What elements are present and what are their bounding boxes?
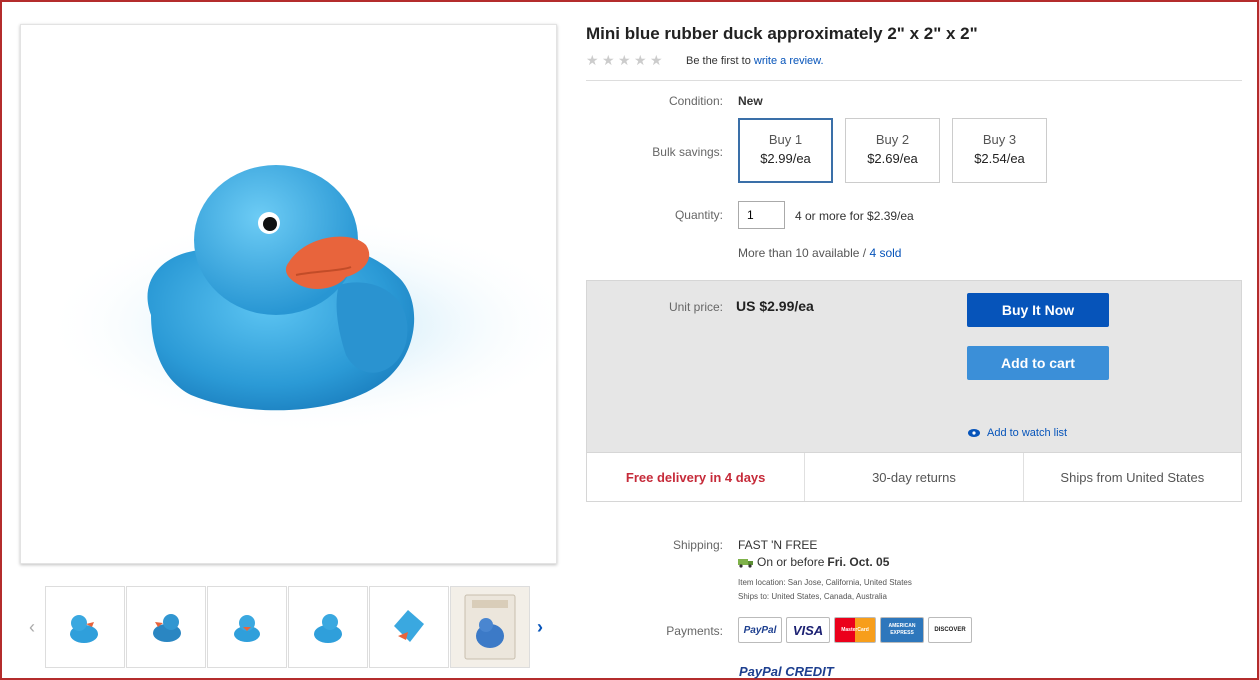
duck-thumbnail-icon [153, 614, 181, 642]
eta-date: Fri. Oct. 05 [827, 555, 890, 569]
thumbnail-6[interactable] [450, 586, 530, 668]
perk-free-delivery: Free delivery in 4 days [587, 453, 806, 501]
duck-thumbnail-icon [314, 614, 342, 643]
availability: More than 10 available / 4 sold [738, 246, 901, 260]
sold-link[interactable]: 4 sold [869, 246, 901, 260]
watch-list-label: Add to watch list [987, 427, 1068, 439]
rubber-duck-image [41, 165, 581, 435]
amex-logo: AMERICAN EXPRESS [880, 617, 924, 643]
perk-ships-from: Ships from United States [1060, 469, 1205, 485]
shipping-label: Shipping: [672, 538, 723, 552]
bulk-option-price: $2.54/ea [974, 151, 1025, 166]
shipping-service: FAST 'N FREE [738, 538, 818, 552]
availability-text: More than 10 available / [738, 246, 867, 260]
perk-returns: 30-day returns [805, 453, 1024, 501]
review-prompt: Be the first to write a review. [686, 55, 824, 67]
add-to-cart-button[interactable]: Add to cart [967, 346, 1109, 380]
bulk-option-qty: Buy 1 [768, 132, 803, 147]
eta-prefix: On or before [757, 555, 825, 569]
bulk-option-price: $2.99/ea [760, 151, 811, 166]
bulk-option-qty: Buy 2 [875, 132, 910, 147]
bulk-option-3[interactable]: Buy 3 $2.54/ea [952, 118, 1047, 183]
star-icon: ★ [650, 52, 663, 68]
condition-label: Condition: [668, 94, 723, 108]
condition-value: New [738, 94, 763, 108]
bulk-option-price: $2.69/ea [867, 151, 918, 166]
thumbnail-1[interactable] [45, 586, 125, 668]
discover-logo: DISCOVER [928, 617, 972, 643]
paypal-logo: PayPal [738, 617, 782, 643]
unit-price-value: US $2.99/ea [736, 298, 814, 314]
duck-thumbnail-icon [394, 610, 424, 642]
truck-icon [738, 558, 753, 568]
ships-to: Ships to: United States, Canada, Austral… [738, 592, 887, 601]
write-review-link[interactable]: write a review. [754, 55, 824, 67]
thumbnail-2[interactable] [126, 586, 206, 668]
packaged-duck-thumbnail-icon [464, 594, 516, 660]
chevron-left-icon[interactable]: ‹ [22, 586, 42, 668]
unit-price-label: Unit price: [668, 300, 723, 314]
mastercard-logo: MasterCard [834, 617, 876, 643]
item-location: Item location: San Jose, California, Uni… [738, 578, 912, 587]
perks-bar: Free delivery in 4 days 30-day returns S… [587, 452, 1241, 501]
shipping-eta: On or before Fri. Oct. 05 [738, 555, 889, 569]
bulk-option-1[interactable]: Buy 1 $2.99/ea [738, 118, 833, 183]
bulk-option-2[interactable]: Buy 2 $2.69/ea [845, 118, 940, 183]
buy-it-now-button[interactable]: Buy It Now [967, 293, 1109, 327]
main-product-image[interactable] [20, 24, 581, 564]
review-prefix: Be the first to [686, 55, 751, 67]
divider [586, 80, 1242, 81]
thumbnail-4[interactable] [288, 586, 368, 668]
add-to-watch-list-link[interactable]: Add to watch list [968, 427, 1067, 439]
duck-thumbnail-icon [70, 615, 98, 643]
visa-logo: VISA [786, 617, 830, 643]
payments-label: Payments: [666, 624, 723, 638]
payment-methods: PayPal VISA MasterCard AMERICAN EXPRESS … [738, 617, 972, 643]
thumbnail-5[interactable] [369, 586, 449, 668]
eye-icon [968, 429, 980, 437]
bulk-savings-label: Bulk savings: [652, 145, 723, 159]
star-icon: ★ [602, 52, 615, 68]
paypal-credit-logo: PayPal CREDIT [739, 664, 834, 679]
bulk-option-qty: Buy 3 [982, 132, 1017, 147]
star-icon: ★ [586, 52, 599, 68]
quantity-deal: 4 or more for $2.39/ea [795, 209, 914, 223]
product-title: Mini blue rubber duck approximately 2" x… [586, 24, 978, 43]
thumbnail-3[interactable] [207, 586, 287, 668]
star-icon: ★ [618, 52, 631, 68]
quantity-label: Quantity: [674, 208, 723, 222]
rating-stars[interactable]: ★ ★ ★ ★ ★ [586, 53, 664, 67]
star-icon: ★ [634, 52, 647, 68]
quantity-input[interactable] [738, 201, 785, 229]
thumbnail-strip: ‹ › [22, 586, 557, 668]
duck-thumbnail-icon [234, 615, 260, 642]
